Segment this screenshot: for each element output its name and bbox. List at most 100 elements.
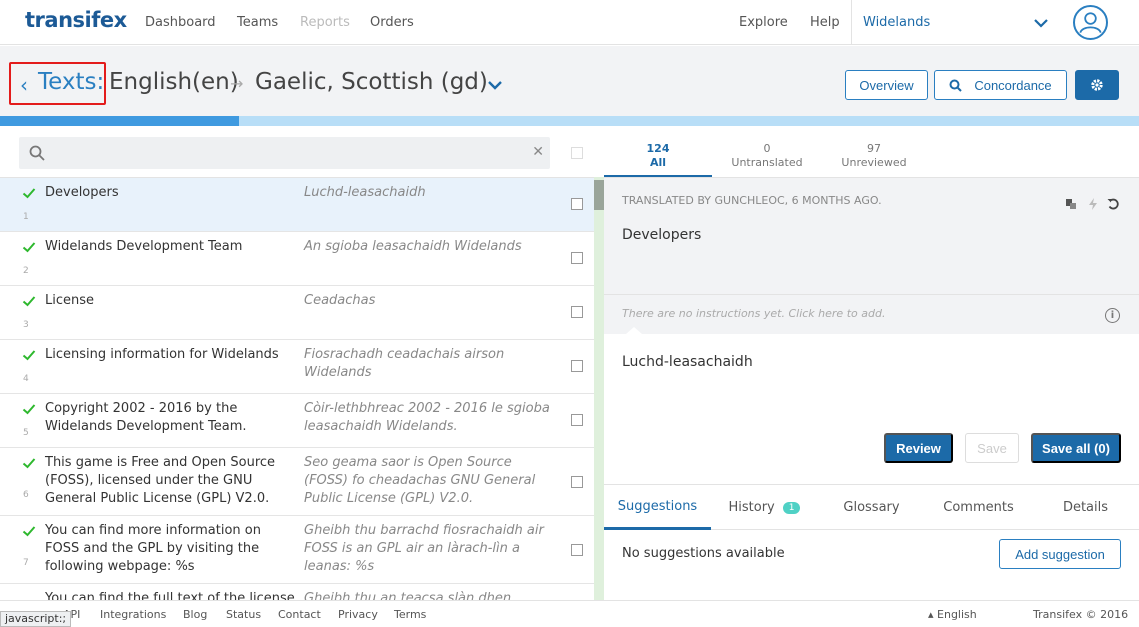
checkmark-icon (22, 188, 36, 199)
project-selector[interactable]: Widelands (863, 15, 930, 30)
stat-untranslated-label: Untranslated (731, 156, 803, 169)
translation-value[interactable]: Luchd-leasachaidh (622, 354, 753, 370)
select-all-checkbox[interactable] (571, 147, 583, 159)
nav-divider (851, 0, 852, 45)
string-number: 1 (23, 212, 29, 222)
footer-link-status[interactable]: Status (226, 608, 261, 621)
overview-button[interactable]: Overview (845, 70, 928, 100)
string-search-input[interactable]: ✕ (19, 137, 550, 169)
footer-link-privacy[interactable]: Privacy (338, 608, 378, 621)
string-translation: Gheibh thu an teacsa slàn dhen (304, 591, 512, 600)
search-icon (29, 145, 45, 161)
instructions-placeholder[interactable]: There are no instructions yet. Click her… (622, 307, 885, 320)
string-translation: An sgioba leasachaidh Widelands (304, 239, 522, 254)
string-source: Developers (45, 185, 119, 200)
filter-tab-unreviewed[interactable]: 97 Unreviewed (820, 142, 928, 170)
list-scrollbar-thumb[interactable] (594, 180, 604, 210)
footer-copyright: Transifex © 2016 (1033, 608, 1129, 621)
gear-icon (1091, 79, 1103, 91)
string-row[interactable]: 6 This game is Free and Open Source (FOS… (0, 448, 594, 516)
save-all-button[interactable]: Save all (0) (1031, 433, 1121, 463)
translation-editor: TRANSLATED BY GUNCHLEOC, 6 MONTHS AGO. D… (604, 177, 1139, 600)
no-suggestions-text: No suggestions available (622, 546, 785, 561)
footer-link-contact[interactable]: Contact (278, 608, 321, 621)
stat-untranslated-count: 0 (763, 142, 771, 155)
nav-orders[interactable]: Orders (370, 15, 414, 30)
string-source: This game is Free and Open Source (FOSS)… (45, 455, 276, 506)
nav-teams[interactable]: Teams (237, 15, 278, 30)
footer-language-selector[interactable]: ▴ English (928, 608, 977, 621)
row-checkbox[interactable] (571, 360, 583, 372)
string-row[interactable]: You can find the full text of the licens… (0, 584, 594, 600)
list-scrollbar[interactable] (594, 177, 604, 600)
string-row[interactable]: 4 Licensing information for Widelands Fi… (0, 340, 594, 394)
settings-button[interactable] (1075, 70, 1119, 100)
pointer-notch (626, 327, 642, 334)
string-row[interactable]: 1 Developers Luchd-leasachaidh (0, 178, 594, 232)
transifex-logo[interactable]: transifex (25, 8, 127, 32)
footer-link-integrations[interactable]: Integrations (100, 608, 166, 621)
row-checkbox[interactable] (571, 306, 583, 318)
checkmark-icon (22, 242, 36, 253)
browser-status-tooltip: javascript:; (0, 611, 72, 627)
translated-by-info: TRANSLATED BY GUNCHLEOC, 6 MONTHS AGO. (622, 194, 882, 207)
history-count-badge: 1 (782, 501, 801, 514)
tab-details[interactable]: Details (1032, 485, 1139, 530)
tab-comments[interactable]: Comments (925, 485, 1032, 530)
add-suggestion-button[interactable]: Add suggestion (999, 539, 1121, 569)
string-row[interactable]: 7 You can find more information on FOSS … (0, 516, 594, 584)
arrow-right-icon: → (230, 74, 244, 93)
checkmark-icon (22, 296, 36, 307)
chevron-down-icon[interactable] (1032, 14, 1050, 32)
string-number: 4 (23, 374, 29, 384)
user-avatar-icon[interactable] (1073, 5, 1108, 40)
row-checkbox[interactable] (571, 476, 583, 488)
concordance-button[interactable]: Concordance (934, 70, 1067, 100)
checkmark-icon (22, 458, 36, 469)
filter-tab-all[interactable]: 124 All (604, 142, 712, 178)
tab-glossary[interactable]: Glossary (818, 485, 925, 530)
string-translation: Còir-lethbhreac 2002 - 2016 le sgioba le… (304, 401, 550, 434)
checkmark-icon (22, 526, 36, 537)
tab-history[interactable]: History 1 (711, 485, 818, 530)
save-button[interactable]: Save (965, 433, 1019, 463)
editor-tabs: Suggestions History 1 Glossary Comments … (604, 484, 1139, 530)
instructions-panel[interactable]: There are no instructions yet. Click her… (604, 294, 1139, 334)
filter-tab-untranslated[interactable]: 0 Untranslated (713, 142, 821, 170)
row-checkbox[interactable] (571, 414, 583, 426)
string-row[interactable]: 3 License Ceadachas (0, 286, 594, 340)
stat-unreviewed-count: 97 (867, 142, 881, 155)
footer-link-blog[interactable]: Blog (183, 608, 207, 621)
string-translation: Fiosrachadh ceadachais airson Widelands (304, 347, 505, 380)
string-list: 1 Developers Luchd-leasachaidh 2 Widelan… (0, 177, 594, 600)
nav-explore[interactable]: Explore (739, 15, 788, 30)
nav-help[interactable]: Help (810, 15, 840, 30)
tab-history-label: History (728, 500, 775, 515)
info-icon[interactable]: i (1105, 308, 1120, 323)
string-translation: Luchd-leasachaidh (304, 185, 426, 200)
string-source: You can find the full text of the licens… (45, 591, 295, 600)
language-dropdown-icon[interactable] (486, 76, 504, 94)
string-source: Copyright 2002 - 2016 by the Widelands D… (45, 401, 247, 434)
stat-all-label: All (649, 156, 667, 169)
machine-translate-icon[interactable] (1087, 198, 1099, 210)
string-source: You can find more information on FOSS an… (45, 523, 261, 574)
undo-icon[interactable] (1107, 198, 1119, 210)
back-chevron-icon[interactable]: ‹ (20, 75, 28, 95)
texts-back-link[interactable]: Texts: (38, 69, 104, 95)
checkmark-icon (22, 350, 36, 361)
copy-source-icon[interactable] (1065, 198, 1077, 210)
target-language: Gaelic, Scottish (gd) (255, 69, 488, 95)
string-row[interactable]: 2 Widelands Development Team An sgioba l… (0, 232, 594, 286)
row-checkbox[interactable] (571, 252, 583, 264)
clear-search-icon[interactable]: ✕ (532, 144, 544, 160)
stat-all-count: 124 (646, 142, 670, 155)
string-row[interactable]: 5 Copyright 2002 - 2016 by the Widelands… (0, 394, 594, 448)
string-translation: Gheibh thu barrachd fiosrachaidh air FOS… (304, 523, 544, 574)
review-button[interactable]: Review (884, 433, 953, 463)
nav-dashboard[interactable]: Dashboard (145, 15, 216, 30)
footer-link-terms[interactable]: Terms (394, 608, 426, 621)
tab-suggestions[interactable]: Suggestions (604, 485, 711, 530)
row-checkbox[interactable] (571, 198, 583, 210)
row-checkbox[interactable] (571, 544, 583, 556)
